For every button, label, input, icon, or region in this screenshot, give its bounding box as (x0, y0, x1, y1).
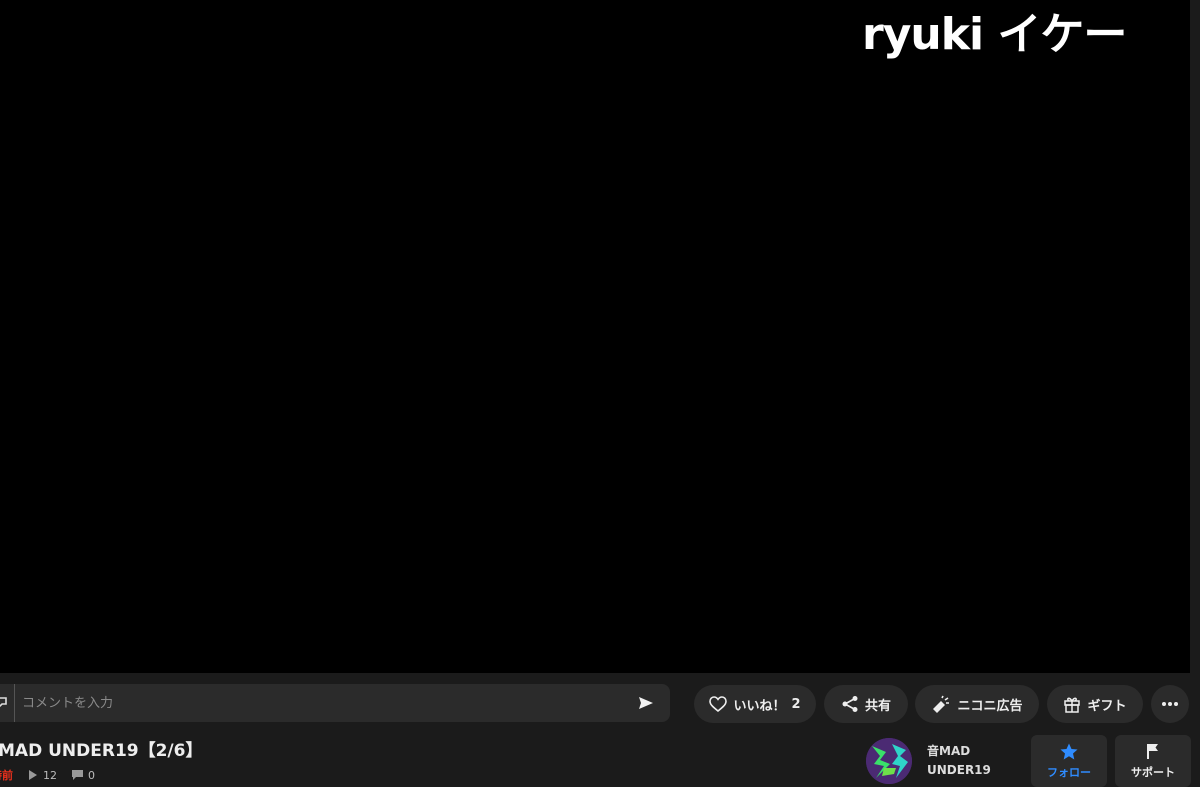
comment-count: 0 (72, 769, 95, 782)
comment-input[interactable] (22, 684, 612, 722)
video-player[interactable]: ryuki イケー (0, 0, 1190, 673)
megaphone-icon (933, 695, 950, 713)
video-meta: 時前 12 0 (0, 767, 95, 783)
video-title: MAD UNDER19【2/6】 (0, 741, 203, 761)
share-button[interactable]: 共有 (824, 685, 908, 723)
page-edge (1190, 0, 1200, 673)
comment-bar (0, 684, 670, 722)
send-comment-button[interactable] (636, 693, 656, 713)
play-icon (29, 770, 37, 780)
comment-icon (72, 770, 83, 780)
like-count: 2 (791, 696, 801, 712)
follow-label: フォロー (1047, 765, 1091, 779)
more-icon (1162, 702, 1178, 706)
gift-icon (1064, 697, 1081, 713)
send-icon (639, 697, 653, 709)
star-icon (1060, 743, 1078, 759)
nicoad-button[interactable]: ニコニ広告 (915, 685, 1039, 723)
posted-time: 時前 (0, 769, 13, 782)
heart-icon (709, 696, 728, 712)
share-label: 共有 (864, 698, 891, 714)
nicoad-label: ニコニ広告 (957, 698, 1023, 714)
share-icon (842, 696, 858, 712)
like-button[interactable]: いいね！ 2 (694, 685, 816, 723)
support-button[interactable]: サポート (1115, 735, 1191, 787)
view-count: 12 (28, 769, 57, 782)
flag-icon (1147, 743, 1158, 759)
gift-button[interactable]: ギフト (1047, 685, 1143, 723)
more-options-button[interactable] (1151, 685, 1189, 723)
owner-name[interactable]: 音MAD UNDER19 (927, 742, 1017, 780)
like-label: いいね！ (733, 698, 786, 714)
follow-button[interactable]: フォロー (1031, 735, 1107, 787)
comment-command-icon[interactable] (0, 684, 15, 722)
owner-avatar[interactable] (866, 738, 912, 784)
video-overlay-text: ryuki イケー (862, 9, 1127, 60)
gift-label: ギフト (1087, 698, 1127, 714)
support-label: サポート (1131, 765, 1175, 779)
